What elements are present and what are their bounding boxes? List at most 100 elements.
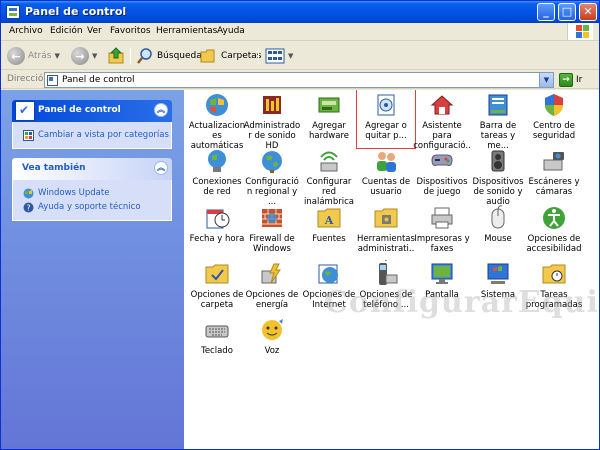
control-panel-item-label: Conexiones de red (192, 177, 242, 197)
control-panel-item-label: Dispositivos de juego (416, 177, 468, 197)
accessibility-icon (541, 205, 567, 231)
speech-icon (259, 317, 285, 343)
switch-category-view-label: Cambiar a vista por categorías (38, 130, 169, 140)
views-button[interactable]: ▼ (265, 46, 293, 66)
minimize-button[interactable]: _ (537, 3, 555, 21)
windows-update-link[interactable]: Windows Update (23, 186, 161, 200)
control-panel-item[interactable]: Asistente para configuració... (413, 90, 471, 161)
control-panel-item[interactable]: Centro de seguridad (525, 90, 583, 148)
control-panel-item[interactable]: A Fuentes (300, 203, 358, 261)
search-icon (137, 48, 152, 64)
toolbar-separator (258, 48, 259, 64)
control-panel-item[interactable]: Teclado (188, 315, 246, 373)
control-panel-item[interactable]: Barra de tareas y me... (469, 90, 527, 151)
control-panel-item[interactable]: Configuración regional y ... (243, 146, 301, 207)
title-bar[interactable]: Panel de control _ □ ✕ (1, 1, 599, 23)
see-also-box-header[interactable]: Vea también ︽ (12, 158, 172, 180)
address-dropdown[interactable]: ▼ (539, 73, 553, 87)
see-also-box-title: Vea también (22, 163, 86, 173)
search-label: Búsqueda (157, 51, 202, 61)
address-bar: Dirección Panel de control ▼ → Ir (1, 71, 599, 89)
maximize-button[interactable]: □ (558, 3, 576, 21)
control-panel-item-label: Opciones de energía (245, 290, 299, 310)
control-panel-item[interactable]: Agregar o quitar p... (356, 90, 416, 149)
menu-ver[interactable]: Ver (87, 26, 102, 36)
control-panel-item[interactable]: Dispositivos de sonido y audio (469, 146, 527, 207)
control-panel-item[interactable]: Sistema (469, 259, 527, 317)
chevron-down-icon: ▼ (288, 52, 294, 60)
svg-text:?: ? (26, 203, 30, 212)
back-arrow-icon: ← (7, 47, 25, 65)
help-support-link[interactable]: ? Ayuda y soporte técnico (23, 200, 161, 214)
control-panel-item-label: Firewall de Windows (249, 234, 295, 254)
control-panel-item[interactable]: Cuentas de usuario (357, 146, 415, 204)
control-panel-box-header[interactable]: Panel de control ︽ (12, 100, 172, 122)
menu-ayuda[interactable]: Ayuda (217, 26, 245, 36)
up-folder-icon (108, 47, 124, 64)
menu-edicion[interactable]: Edición (50, 26, 83, 36)
folders-button[interactable]: Carpetas (200, 46, 261, 66)
control-panel-item[interactable]: Opciones de Internet (300, 259, 358, 317)
control-panel-item[interactable]: Firewall de Windows (243, 203, 301, 261)
control-panel-icon (6, 5, 20, 19)
add-remove-programs-icon (373, 92, 399, 118)
control-panel-item[interactable]: Pantalla (413, 259, 471, 317)
task-pane: Panel de control ︽ Cambiar a vista por c… (1, 90, 184, 449)
category-view-icon (23, 129, 34, 141)
control-panel-item-label: Impresoras y faxes (414, 234, 470, 254)
folders-icon (200, 49, 215, 63)
address-field[interactable]: Panel de control ▼ (44, 72, 554, 88)
address-value: Panel de control (62, 75, 135, 85)
control-panel-item[interactable]: Escáneres y cámaras (525, 146, 583, 204)
control-panel-item[interactable]: Herramientas administrati... (357, 203, 415, 264)
control-panel-box: Panel de control ︽ Cambiar a vista por c… (12, 100, 172, 149)
control-panel-item[interactable]: Opciones de accesibilidad (525, 203, 583, 261)
go-arrow-icon: → (559, 73, 573, 87)
see-also-box-body: Windows Update ? Ayuda y soporte técnico (12, 180, 172, 221)
menu-herramientas[interactable]: Herramientas (156, 26, 217, 36)
collapse-icon[interactable]: ︽ (154, 161, 168, 175)
control-panel-item[interactable]: Impresoras y faxes (413, 203, 471, 261)
network-connections-icon (204, 148, 230, 174)
close-button[interactable]: ✕ (579, 3, 597, 21)
forward-button[interactable]: → ▼ (71, 46, 97, 66)
control-panel-item-label: Agregar hardware (308, 121, 350, 141)
regional-globe-icon (259, 148, 285, 174)
control-panel-item[interactable]: Administrador de sonido HD (243, 90, 301, 151)
control-panel-item[interactable]: Opciones de energía (243, 259, 301, 317)
add-hardware-icon (316, 92, 342, 118)
control-panel-item[interactable]: Conexiones de red (188, 146, 246, 204)
control-panel-box-body: Cambiar a vista por categorías (12, 122, 172, 149)
chevron-down-icon: ▼ (92, 52, 98, 60)
chevron-down-icon: ▼ (54, 52, 60, 60)
control-panel-item[interactable]: Actualizaciones automáticas (188, 90, 246, 151)
audio-manager-icon (259, 92, 285, 118)
wireless-icon (316, 148, 342, 174)
keyboard-icon (204, 317, 230, 343)
up-folder-button[interactable] (107, 46, 125, 66)
control-panel-item[interactable]: Fecha y hora (188, 203, 246, 261)
back-button[interactable]: ← Atrás ▼ (7, 46, 60, 66)
folder-options-icon (204, 261, 230, 287)
control-panel-item-label: Escáneres y cámaras (528, 177, 580, 197)
control-panel-item[interactable]: Configurar red inalámbrica (300, 146, 358, 207)
phone-modem-icon (373, 261, 399, 287)
control-panel-item[interactable]: Opciones de carpeta (188, 259, 246, 317)
menu-favoritos[interactable]: Favoritos (110, 26, 151, 36)
go-button[interactable]: → Ir (559, 73, 582, 87)
taskbar-icon (485, 92, 511, 118)
switch-category-view-link[interactable]: Cambiar a vista por categorías (23, 128, 169, 142)
control-panel-item[interactable]: Dispositivos de juego (413, 146, 471, 204)
go-label: Ir (576, 75, 583, 85)
control-panel-item[interactable]: Opciones de teléfono ... (357, 259, 415, 317)
menu-archivo[interactable]: Archivo (9, 26, 43, 36)
help-icon: ? (23, 202, 34, 212)
control-panel-item[interactable]: Voz (243, 315, 301, 373)
collapse-icon[interactable]: ︽ (154, 103, 168, 117)
control-panel-item[interactable]: Tareas programadas (525, 259, 583, 317)
clock-icon (204, 205, 230, 231)
search-button[interactable]: Búsqueda (136, 46, 202, 66)
scanner-camera-icon (541, 148, 567, 174)
control-panel-item[interactable]: Agregar hardware (300, 90, 358, 148)
control-panel-item[interactable]: Mouse (469, 203, 527, 261)
